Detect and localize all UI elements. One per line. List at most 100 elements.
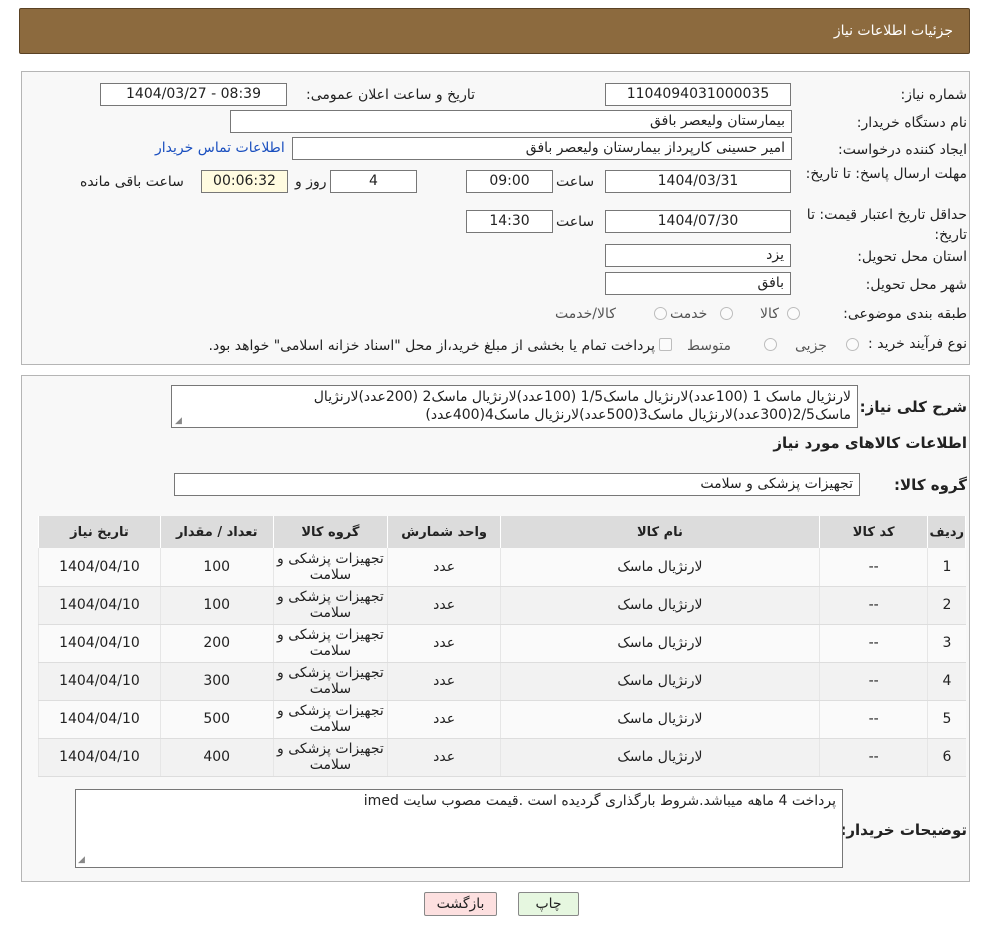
col-code: کد کالا bbox=[818, 516, 929, 548]
cell-qty: 200 bbox=[159, 624, 274, 663]
cell-name: لارنژیال ماسک bbox=[500, 662, 820, 701]
cell-unit: عدد bbox=[387, 586, 501, 625]
category-option-service: خدمت bbox=[670, 306, 708, 322]
validity-time-label: ساعت bbox=[556, 214, 595, 230]
table-row: 4 -- لارنژیال ماسک عدد تجهیزات پزشکی و س… bbox=[38, 662, 966, 701]
remaining-time-label: ساعت باقی مانده bbox=[80, 174, 184, 190]
need-number-field: 1104094031000035 bbox=[605, 83, 791, 106]
items-table: ردیف کد کالا نام کالا واحد شمارش گروه کا… bbox=[38, 516, 966, 777]
deadline-label: مهلت ارسال پاسخ: تا تاریخ: bbox=[805, 166, 967, 182]
cell-name: لارنژیال ماسک bbox=[500, 586, 820, 625]
cell-group: تجهیزات پزشکی و سلامت bbox=[272, 548, 388, 587]
cell-unit: عدد bbox=[387, 624, 501, 663]
cell-unit: عدد bbox=[387, 662, 501, 701]
page-title: جزئیات اطلاعات نیاز bbox=[833, 23, 953, 39]
table-row: 3 -- لارنژیال ماسک عدد تجهیزات پزشکی و س… bbox=[38, 624, 966, 663]
cell-group: تجهیزات پزشکی و سلامت bbox=[272, 700, 388, 739]
cell-row: 2 bbox=[927, 586, 966, 625]
cell-group: تجهیزات پزشکی و سلامت bbox=[272, 624, 388, 663]
cell-code: -- bbox=[818, 662, 928, 701]
buyer-notes-label: توضیحات خریدار: bbox=[840, 821, 967, 839]
col-unit: واحد شمارش bbox=[387, 516, 502, 548]
page-header: جزئیات اطلاعات نیاز bbox=[19, 8, 970, 54]
need-number-label: شماره نیاز: bbox=[900, 87, 968, 103]
cell-date: 1404/04/10 bbox=[38, 548, 161, 587]
province-label: استان محل تحویل: bbox=[857, 249, 967, 265]
category-option-goods-service: کالا/خدمت bbox=[555, 306, 616, 322]
cell-row: 6 bbox=[927, 738, 966, 777]
cell-unit: عدد bbox=[387, 700, 501, 739]
treasury-checkbox[interactable] bbox=[659, 338, 672, 351]
cell-name: لارنژیال ماسک bbox=[500, 700, 820, 739]
table-header-row: ردیف کد کالا نام کالا واحد شمارش گروه کا… bbox=[38, 516, 966, 548]
city-label: شهر محل تحویل: bbox=[865, 277, 967, 293]
category-option-goods: کالا bbox=[760, 306, 779, 322]
goods-group-field: تجهیزات پزشکی و سلامت bbox=[174, 473, 860, 496]
purchase-note: پرداخت تمام یا بخشی از مبلغ خرید،از محل … bbox=[208, 338, 655, 354]
buyer-org-field: بیمارستان ولیعصر بافق bbox=[230, 110, 792, 133]
cell-row: 1 bbox=[927, 548, 966, 587]
cell-row: 3 bbox=[927, 624, 966, 663]
cell-group: تجهیزات پزشکی و سلامت bbox=[272, 586, 388, 625]
summary-text: لارنژیال ماسک 1 (100عدد)لارنژیال ماسک1/5… bbox=[171, 385, 858, 428]
goods-info-title: اطلاعات کالاهای مورد نیاز bbox=[773, 434, 967, 452]
days-remaining-field: 4 bbox=[330, 170, 417, 193]
cell-date: 1404/04/10 bbox=[38, 586, 161, 625]
col-group: گروه کالا bbox=[272, 516, 389, 548]
purchase-option-minor: جزیی bbox=[795, 338, 827, 354]
category-label: طبقه بندی موضوعی: bbox=[843, 306, 967, 322]
col-row: ردیف bbox=[927, 516, 966, 548]
cell-date: 1404/04/10 bbox=[38, 624, 161, 663]
table-row: 6 -- لارنژیال ماسک عدد تجهیزات پزشکی و س… bbox=[38, 738, 966, 777]
print-button[interactable]: چاپ bbox=[518, 892, 579, 916]
cell-row: 4 bbox=[927, 662, 966, 701]
cell-group: تجهیزات پزشکی و سلامت bbox=[272, 662, 388, 701]
validity-time-field: 14:30 bbox=[466, 210, 553, 233]
validity-date-field: 1404/07/30 bbox=[605, 210, 791, 233]
announce-date-field: 1404/03/27 - 08:39 bbox=[100, 83, 287, 106]
cell-unit: عدد bbox=[387, 548, 501, 587]
cell-code: -- bbox=[818, 738, 928, 777]
cell-code: -- bbox=[818, 586, 928, 625]
deadline-time-field: 09:00 bbox=[466, 170, 553, 193]
cell-qty: 500 bbox=[159, 700, 274, 739]
cell-qty: 100 bbox=[159, 548, 274, 587]
validity-label: حداقل تاریخ اعتبار قیمت: تا تاریخ: bbox=[806, 207, 967, 243]
purchase-radio-medium[interactable] bbox=[764, 338, 777, 351]
table-row: 5 -- لارنژیال ماسک عدد تجهیزات پزشکی و س… bbox=[38, 700, 966, 739]
purchase-radio-minor[interactable] bbox=[846, 338, 859, 351]
deadline-time-label: ساعت bbox=[556, 174, 595, 190]
announce-date-label: تاریخ و ساعت اعلان عمومی: bbox=[306, 87, 475, 103]
table-row: 1 -- لارنژیال ماسک عدد تجهیزات پزشکی و س… bbox=[38, 548, 966, 587]
cell-date: 1404/04/10 bbox=[38, 738, 161, 777]
remaining-time-field: 00:06:32 bbox=[201, 170, 288, 193]
category-radio-service[interactable] bbox=[720, 307, 733, 320]
col-name: نام کالا bbox=[500, 516, 820, 548]
summary-label: شرح کلی نیاز: bbox=[859, 398, 967, 416]
cell-date: 1404/04/10 bbox=[38, 662, 161, 701]
buyer-contact-link[interactable]: اطلاعات تماس خریدار bbox=[155, 140, 285, 156]
goods-group-label: گروه کالا: bbox=[894, 476, 967, 494]
resize-grip-icon[interactable]: ◢ bbox=[78, 855, 85, 934]
cell-date: 1404/04/10 bbox=[38, 700, 161, 739]
creator-field: امیر حسینی کارپرداز بیمارستان ولیعصر باف… bbox=[292, 137, 792, 160]
category-radio-goods-service[interactable] bbox=[654, 307, 667, 320]
cell-qty: 300 bbox=[159, 662, 274, 701]
cell-name: لارنژیال ماسک bbox=[500, 624, 820, 663]
purchase-type-label: نوع فرآیند خرید : bbox=[868, 336, 967, 352]
table-row: 2 -- لارنژیال ماسک عدد تجهیزات پزشکی و س… bbox=[38, 586, 966, 625]
purchase-option-medium: متوسط bbox=[687, 338, 731, 354]
city-field: بافق bbox=[605, 272, 791, 295]
cell-qty: 100 bbox=[159, 586, 274, 625]
category-radio-goods[interactable] bbox=[787, 307, 800, 320]
cell-name: لارنژیال ماسک bbox=[500, 548, 820, 587]
deadline-date-field: 1404/03/31 bbox=[605, 170, 791, 193]
cell-code: -- bbox=[818, 624, 928, 663]
cell-code: -- bbox=[818, 700, 928, 739]
cell-name: لارنژیال ماسک bbox=[500, 738, 820, 777]
buyer-org-label: نام دستگاه خریدار: bbox=[856, 115, 967, 131]
cell-code: -- bbox=[818, 548, 928, 587]
col-date: تاریخ نیاز bbox=[38, 516, 161, 548]
back-button[interactable]: بازگشت bbox=[424, 892, 497, 916]
cell-qty: 400 bbox=[159, 738, 274, 777]
